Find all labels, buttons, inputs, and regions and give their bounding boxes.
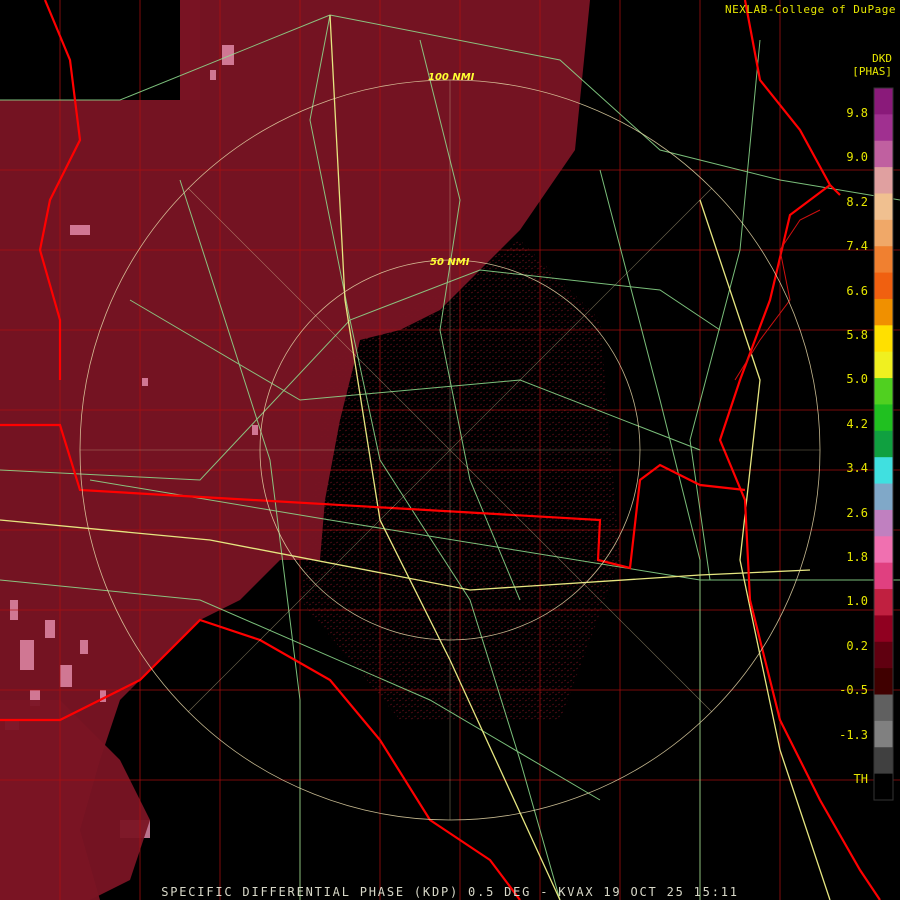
colorbar-swatch — [874, 641, 893, 669]
product-code: DKD — [872, 52, 892, 65]
colorbar-swatch — [874, 747, 893, 775]
product-units: [PHAS] — [852, 65, 892, 78]
colorbar-swatch — [874, 562, 893, 590]
colorbar-swatch — [874, 114, 893, 142]
colorbar-swatch — [874, 430, 893, 458]
colorbar-tick-label: TH — [853, 772, 868, 786]
range-label-50nmi: 50 NMI — [430, 257, 470, 268]
product-label: DKD [PHAS] — [852, 52, 892, 78]
colorbar-swatch — [874, 615, 893, 643]
colorbar-swatch — [874, 272, 893, 300]
colorbar-tick-label: 6.6 — [846, 283, 868, 298]
colorbar-swatch — [874, 298, 893, 326]
colorbar-swatch — [874, 483, 893, 511]
colorbar-swatch — [874, 694, 893, 722]
colorbar-tick-label: 8.2 — [846, 194, 868, 209]
colorbar-swatch — [874, 219, 893, 247]
colorbar-tick-label: -0.5 — [839, 683, 868, 698]
colorbar-swatch — [874, 193, 893, 221]
credit-label: NEXLAB-College of DuPage — [725, 3, 896, 16]
radar-map — [0, 0, 900, 900]
colorbar-tick-label: 4.2 — [846, 416, 868, 431]
caption: SPECIFIC DIFFERENTIAL PHASE (KDP) 0.5 DE… — [161, 885, 739, 899]
colorbar-swatch — [874, 509, 893, 537]
colorbar-tick-label: 5.0 — [846, 372, 868, 387]
colorbar-tick-label: 5.8 — [846, 328, 868, 342]
colorbar-swatch — [874, 88, 893, 115]
colorbar-swatch — [874, 589, 893, 617]
azimuth-lines — [80, 80, 820, 820]
colorbar-tick-label: 9.8 — [846, 106, 868, 120]
colorbar-swatch — [874, 167, 893, 195]
colorbar-tick-label: 3.4 — [846, 461, 868, 476]
colorbar-swatches — [873, 87, 894, 801]
colorbar-swatch — [874, 325, 893, 353]
colorbar-swatch — [874, 140, 893, 168]
colorbar-tick-label: 1.8 — [846, 550, 868, 564]
colorbar-swatch — [874, 536, 893, 564]
colorbar-swatch — [874, 351, 893, 379]
colorbar-swatch — [874, 457, 893, 485]
colorbar-tick-label: 2.6 — [846, 505, 868, 520]
precip-echo-top — [180, 0, 200, 100]
colorbar-tick-label: 7.4 — [846, 239, 868, 254]
colorbar-swatch — [874, 668, 893, 696]
colorbar-tick-label: 9.0 — [846, 150, 868, 165]
colorbar-swatch — [874, 404, 893, 432]
colorbar-swatch — [874, 773, 893, 801]
colorbar-swatch — [874, 246, 893, 274]
range-label-100nmi: 100 NMI — [428, 72, 475, 83]
colorbar-swatch — [874, 720, 893, 748]
colorbar-tick-label: 0.2 — [846, 638, 868, 653]
colorbar-tick-label: 1.0 — [846, 594, 868, 609]
colorbar-swatch — [874, 378, 893, 406]
colorbar-tick-label: -1.3 — [839, 727, 868, 742]
